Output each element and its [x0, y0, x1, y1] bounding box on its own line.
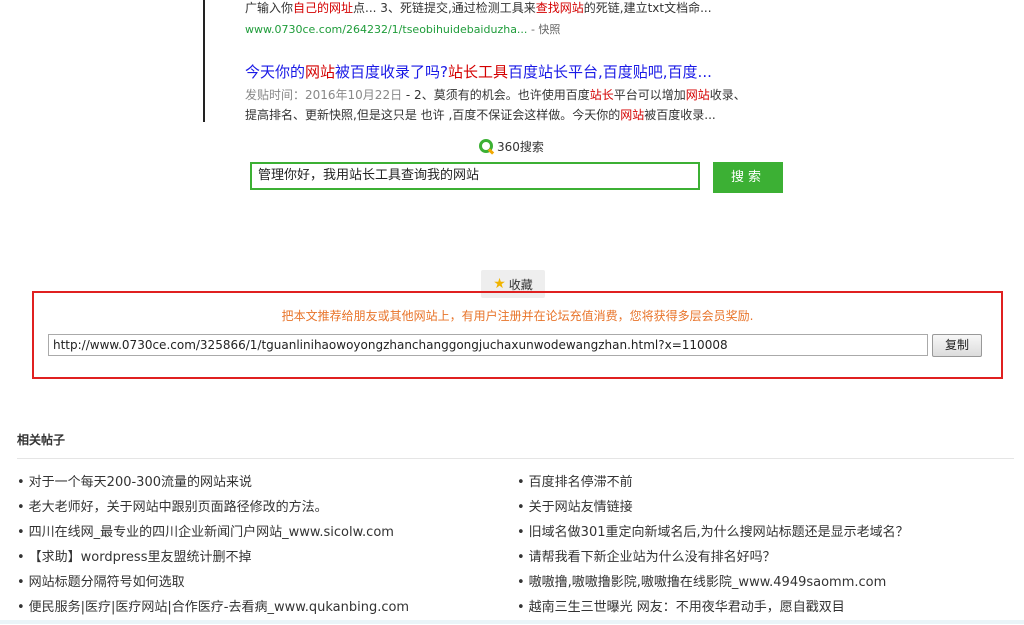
list-item[interactable]: • 旧域名做301重定向新域名后,为什么搜网站标题还是显示老域名？: [517, 525, 1007, 550]
result-snippet: 提高排名、更新快照,但是这只是 也许 ,百度不保证会这样做。今天你的网站被百度收…: [245, 108, 716, 122]
bottom-bar: [0, 620, 1024, 624]
result-url[interactable]: www.0730ce.com/264232/1/tseobihuidebaidu…: [245, 21, 560, 37]
share-panel: 把本文推荐给朋友或其他网站上，有用户注册并在论坛充值消费，您将获得多层会员奖励.…: [32, 291, 1003, 379]
favorite-label: 收藏: [508, 277, 533, 292]
list-item[interactable]: • 老大老师好，关于网站中跟别页面路径修改的方法。: [17, 500, 507, 525]
related-list-right: • 百度排名停滞不前 • 关于网站友情链接 • 旧域名做301重定向新域名后,为什么搜…: [517, 475, 1007, 625]
list-item[interactable]: • 关于网站友情链接: [517, 500, 1007, 525]
list-item[interactable]: • 网站标题分隔符号如何选取: [17, 575, 507, 600]
related-posts-title: 相关帖子: [17, 433, 66, 447]
left-divider-line: [203, 0, 205, 122]
star-icon: ★: [493, 276, 506, 292]
result-snippet: 发贴时间：2016年10月22日 - 2、莫须有的机会。也许使用百度站长平台可以…: [245, 88, 746, 102]
list-item[interactable]: • 四川在线网_最专业的四川企业新闻门户网站_www.sicolw.com: [17, 525, 507, 550]
share-url-field[interactable]: http://www.0730ce.com/325866/1/tguanlini…: [48, 334, 928, 356]
copy-button[interactable]: 复制: [932, 334, 982, 357]
list-item[interactable]: • 对于一个每天200-300流量的网站来说: [17, 475, 507, 500]
list-item[interactable]: • 【求助】wordpress里友盟统计删不掉: [17, 550, 507, 575]
360-search-logo[interactable]: 360搜索: [479, 137, 544, 155]
search-input[interactable]: 管理你好，我用站长工具查询我的网站: [250, 162, 700, 190]
related-list-left: • 对于一个每天200-300流量的网站来说 • 老大老师好，关于网站中跟别页面路径…: [17, 475, 507, 625]
result-snippet: 广输入你自己的网址点... 3、死链提交,通过检测工具来查找网站的死链,建立tx…: [245, 1, 712, 15]
list-item[interactable]: • 请帮我看下新企业站为什么没有排名好吗？: [517, 550, 1007, 575]
share-tip: 把本文推荐给朋友或其他网站上，有用户注册并在论坛充值消费，您将获得多层会员奖励.: [281, 309, 754, 323]
search-button[interactable]: 搜索: [713, 162, 783, 193]
360-logo-icon: [479, 139, 493, 153]
result-title-link[interactable]: 今天你的网站被百度收录了吗?站长工具百度站长平台,百度贴吧,百度...: [245, 61, 712, 82]
list-item[interactable]: • 嗷嗷撸,嗷嗷撸影院,嗷嗷撸在线影院_www.4949saomm.com: [517, 575, 1007, 600]
snapshot-link[interactable]: - 快照: [531, 23, 560, 36]
list-item[interactable]: • 百度排名停滞不前: [517, 475, 1007, 500]
result-date: 发贴时间：2016年10月22日: [245, 88, 403, 102]
divider: [17, 458, 1014, 459]
